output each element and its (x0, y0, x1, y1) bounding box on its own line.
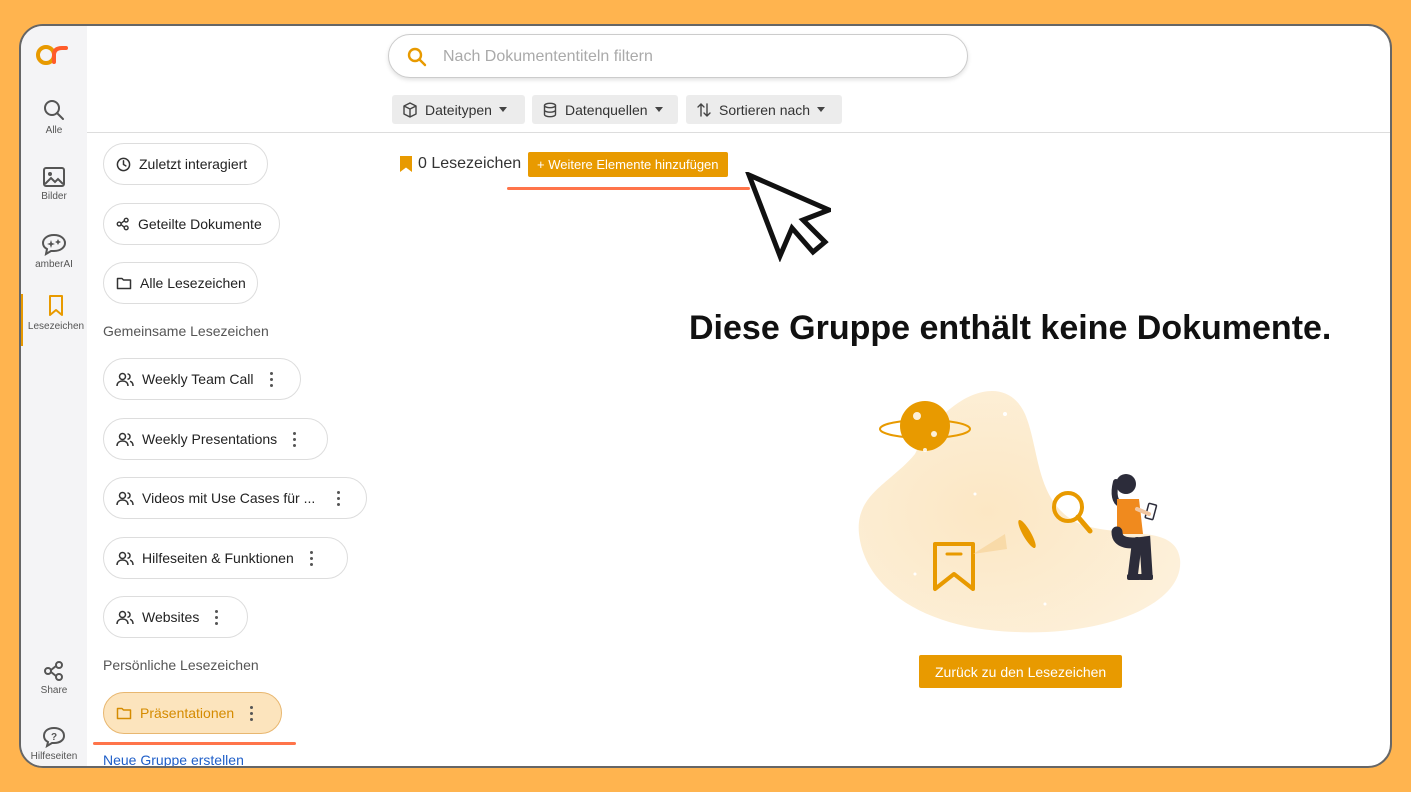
search-bar (388, 34, 968, 78)
sidebar-item-label: Weekly Team Call (142, 371, 254, 387)
search-icon (44, 100, 64, 120)
more-options-icon[interactable] (309, 550, 314, 566)
rail-item-hilfeseiten[interactable]: ? Hilfeseiten (21, 726, 87, 762)
filter-label: Dateitypen (425, 101, 492, 118)
rail-item-bilder[interactable]: Bilder (21, 166, 87, 202)
rail-item-amberai[interactable]: amberAI (21, 232, 87, 270)
sidebar-item-videos-use-cases[interactable]: Videos mit Use Cases für ... (103, 477, 367, 519)
sidebar-item-weekly-team-call[interactable]: Weekly Team Call (103, 358, 301, 400)
filter-datenquellen-button[interactable]: Datenquellen (532, 95, 678, 124)
sidebar-item-zuletzt-interagiert[interactable]: Zuletzt interagiert (103, 143, 268, 185)
rail-label: Lesezeichen (27, 321, 85, 332)
more-options-icon[interactable] (269, 371, 274, 387)
rail-label: Bilder (41, 191, 67, 202)
add-elements-button[interactable]: + Weitere Elemente hinzufügen (528, 152, 728, 177)
search-input[interactable] (441, 43, 945, 71)
sidebar-item-label: Alle Lesezeichen (140, 275, 246, 291)
highlight-underline (507, 187, 750, 190)
filter-label: Datenquellen (565, 101, 648, 118)
bookmark-icon (49, 295, 63, 316)
database-icon (543, 102, 557, 117)
amber-logo (36, 45, 68, 65)
empty-state-illustration (858, 390, 1181, 633)
sidebar-item-label: Weekly Presentations (142, 431, 278, 447)
bookmark-count-label: 0 Lesezeichen (418, 155, 522, 172)
caret-down-icon (498, 107, 507, 112)
sidebar-item-praesentationen[interactable]: Präsentationen (103, 692, 282, 734)
header-divider (87, 132, 1390, 133)
bookmark-count: 0 Lesezeichen (399, 155, 521, 173)
rail-label: Share (40, 685, 68, 696)
sidebar-item-hilfeseiten-funktionen[interactable]: Hilfeseiten & Funktionen (103, 537, 348, 579)
sort-icon (697, 102, 711, 117)
sidebar-item-label: Hilfeseiten & Funktionen (142, 550, 294, 566)
users-icon (116, 372, 134, 386)
more-options-icon[interactable] (215, 609, 219, 625)
caret-down-icon (817, 107, 826, 112)
rail-label: Hilfeseiten (30, 751, 78, 762)
sidebar-item-label: Geteilte Dokumente (138, 216, 262, 232)
sidebar-item-websites[interactable]: Websites (103, 596, 248, 638)
bookmark-icon (400, 156, 412, 172)
sidebar-item-geteilte-dokumente[interactable]: Geteilte Dokumente (103, 203, 280, 245)
svg-text:?: ? (51, 732, 57, 743)
empty-state-title: Diese Gruppe enthält keine Dokumente. (689, 309, 1332, 347)
sidebar-item-weekly-presentations[interactable]: Weekly Presentations (103, 418, 328, 460)
filter-label: Sortieren nach (719, 101, 811, 118)
sidebar-item-label: Zuletzt interagiert (139, 156, 248, 172)
help-icon: ? (42, 726, 66, 748)
users-icon (116, 551, 134, 565)
more-options-icon[interactable] (293, 431, 297, 447)
search-icon (407, 47, 427, 67)
ai-chat-icon (41, 233, 67, 256)
rail-label: amberAI (35, 259, 73, 270)
shared-bookmarks-heading: Gemeinsame Lesezeichen (103, 323, 269, 339)
caret-down-icon (654, 107, 663, 112)
sidebar-item-label: Videos mit Use Cases für ... (142, 490, 316, 506)
sidebar-item-label: Präsentationen (140, 705, 235, 721)
more-options-icon[interactable] (250, 705, 254, 721)
share-icon (44, 661, 63, 681)
create-group-link[interactable]: Neue Gruppe erstellen (103, 752, 244, 766)
users-icon (116, 432, 134, 446)
sidebar-item-alle-lesezeichen[interactable]: Alle Lesezeichen (103, 262, 258, 304)
rail-item-lesezeichen[interactable]: Lesezeichen (21, 294, 89, 346)
users-icon (116, 491, 134, 505)
icon-rail: Alle Bilder amberAI Lesezeichen Share ? … (21, 26, 87, 766)
filter-dateitypen-button[interactable]: Dateitypen (392, 95, 525, 124)
sidebar-item-label: Websites (142, 609, 200, 625)
folder-icon (116, 277, 132, 290)
cube-icon (403, 101, 417, 118)
personal-bookmarks-heading: Persönliche Lesezeichen (103, 657, 259, 673)
users-icon (116, 610, 134, 624)
highlight-underline (93, 742, 296, 745)
folder-icon (116, 707, 132, 720)
more-options-icon[interactable] (337, 490, 341, 506)
back-to-bookmarks-button[interactable]: Zurück zu den Lesezeichen (919, 655, 1123, 688)
rail-label: Alle (45, 125, 63, 136)
rail-item-share[interactable]: Share (21, 660, 87, 696)
app-window: Alle Bilder amberAI Lesezeichen Share ? … (19, 24, 1392, 768)
rail-item-alle[interactable]: Alle (21, 98, 87, 136)
share-icon (116, 217, 129, 231)
image-icon (43, 167, 65, 187)
mouse-cursor-icon (745, 172, 831, 262)
filter-sortieren-button[interactable]: Sortieren nach (686, 95, 842, 124)
clock-icon (116, 157, 131, 171)
